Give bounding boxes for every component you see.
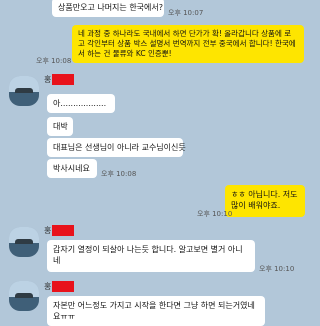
message-bubble[interactable]: 갑자기 열정이 되살아 나는듯 합니다. 알고보면 별거 아니네 [47,240,255,272]
redacted-name [52,225,75,236]
message-bubble[interactable]: 대표님은 선생님이 아니라 교수님이신듯 [47,138,186,157]
avatar-sea [9,243,39,257]
sender-avatar[interactable] [9,227,39,257]
message-bubble[interactable]: 아.................. [47,94,115,113]
my-message-bubble[interactable]: ㅎㅎ 아닙니다. 저도 많이 배워야죠. [225,185,305,217]
sender-avatar[interactable] [9,281,39,311]
sender-initial: 홍 [44,75,52,84]
redacted-name [52,281,75,292]
avatar-island [15,293,33,298]
message-time: 오후 10:08 [36,57,72,65]
sender-initial: 홍 [44,282,52,291]
avatar-island [15,88,33,93]
avatar-sea [9,297,39,311]
message-time: 오후 10:08 [101,170,137,178]
avatar-island [15,239,33,244]
message-time: 오후 10:10 [259,265,295,273]
my-message-bubble[interactable]: 네 과정 중 하나라도 국내에서 하면 단가가 확! 올라갑니다 상품에 로고 … [72,25,304,63]
sender-initial: 홍 [44,226,52,235]
sender-name: 홍 [44,225,75,236]
message-bubble[interactable]: 상품만오고 나머지는 한국에서? [52,0,164,17]
sender-avatar[interactable] [9,76,39,106]
message-bubble[interactable]: 대박 [47,117,73,136]
message-bubble[interactable]: 박사시네요 [47,159,97,178]
redacted-name [52,74,75,85]
sender-name: 홍 [44,74,75,85]
avatar-sea [9,92,39,106]
sender-name: 홍 [44,281,75,292]
message-bubble[interactable]: 자본만 어느정도 가지고 시작을 한다면 그냥 하면 되는거였네요ㅠㅠ [47,296,265,326]
message-time: 오후 10:10 [197,210,233,218]
message-time: 오후 10:07 [168,9,204,17]
